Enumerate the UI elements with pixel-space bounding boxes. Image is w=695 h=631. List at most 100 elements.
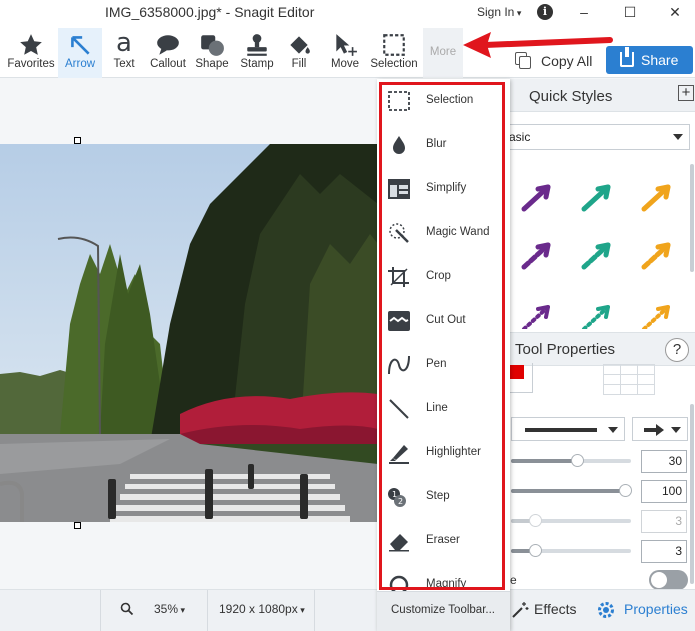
arrow-end-icon: [644, 424, 664, 436]
theme-select[interactable]: asic: [506, 124, 690, 150]
magic-wand-icon: [512, 602, 529, 618]
line-style-preview: [525, 428, 597, 432]
opacity-slider[interactable]: [511, 484, 632, 497]
menu-item-eraser[interactable]: Eraser: [377, 519, 507, 563]
toggle-switch[interactable]: [649, 570, 688, 590]
close-button[interactable]: ✕: [664, 2, 686, 22]
step-icon: 12: [388, 488, 406, 507]
svg-text:2: 2: [398, 497, 403, 506]
tool-stamp[interactable]: Stamp: [236, 28, 278, 78]
tool-arrow[interactable]: Arrow: [58, 28, 102, 78]
shape-icon: [192, 28, 232, 58]
pen-icon: [388, 355, 410, 375]
tool-callout[interactable]: Callout: [146, 28, 190, 78]
tool-move[interactable]: Move: [326, 28, 364, 78]
magnify-icon: [389, 575, 409, 591]
effects-button[interactable]: Effects: [534, 601, 577, 617]
gear-icon: [598, 602, 614, 618]
more-icon: [423, 28, 463, 58]
arrow-end-select[interactable]: [632, 417, 688, 441]
resize-handle-top[interactable]: [74, 137, 81, 144]
fill-icon: [282, 28, 316, 58]
tool-more[interactable]: More: [423, 28, 463, 78]
quick-styles-grid[interactable]: [506, 169, 690, 331]
more-tools-menu: Selection Blur Simplify Magic Wand Crop …: [377, 79, 510, 631]
info-icon[interactable]: i: [537, 4, 553, 20]
menu-item-line[interactable]: Line: [377, 387, 507, 431]
copy-icon: [515, 52, 531, 69]
width-input[interactable]: 30: [641, 450, 687, 473]
callout-icon: [146, 28, 190, 58]
arrow-icon: [58, 28, 102, 58]
simplify-icon: [388, 179, 410, 199]
tool-text[interactable]: a Text: [104, 28, 144, 78]
properties-button[interactable]: Properties: [624, 601, 688, 617]
crop-icon: [388, 267, 409, 287]
help-button[interactable]: ?: [665, 338, 689, 362]
tool-favorites[interactable]: Favorites: [5, 28, 57, 78]
minimize-button[interactable]: –: [573, 2, 595, 22]
zoom-select[interactable]: 35%: [154, 602, 185, 616]
menu-item-magnify[interactable]: Magnify: [377, 563, 507, 591]
add-style-button[interactable]: +: [678, 85, 694, 101]
dimensions-select[interactable]: 1920 x 1080px: [219, 602, 305, 616]
move-icon: [326, 28, 364, 58]
quick-styles-scrollbar[interactable]: [690, 164, 694, 272]
highlighter-icon: [389, 445, 409, 464]
disabled-slider: [511, 514, 631, 527]
width-slider[interactable]: [511, 454, 631, 467]
menu-item-simplify[interactable]: Simplify: [377, 167, 507, 211]
shadow-grid[interactable]: [603, 364, 655, 395]
toggle-label: e: [510, 573, 517, 587]
main-toolbar: Favorites Arrow a Text Callout Shape Sta…: [0, 26, 695, 78]
sign-in-button[interactable]: Sign In: [477, 5, 521, 19]
menu-item-selection[interactable]: Selection: [377, 79, 507, 123]
search-icon[interactable]: [120, 602, 134, 616]
chevron-down-icon: [671, 427, 681, 433]
menu-item-blur[interactable]: Blur: [377, 123, 507, 167]
title-bar: IMG_6358000.jpg* - Snagit Editor Sign In…: [0, 0, 695, 26]
right-panel: Quick Styles + asic Tool Properties ? 30…: [505, 79, 695, 590]
text-icon: a: [116, 28, 132, 58]
tool-shape[interactable]: Shape: [192, 28, 232, 78]
share-button[interactable]: Share: [606, 46, 693, 74]
cut-out-icon: [388, 311, 410, 331]
svg-text:1: 1: [392, 490, 397, 499]
selection-icon: [388, 91, 410, 111]
share-icon: [620, 47, 634, 67]
star-icon: [5, 28, 57, 58]
line-style-select[interactable]: [511, 417, 625, 441]
size-input[interactable]: 3: [641, 540, 687, 563]
quick-styles-header: Quick Styles +: [506, 79, 695, 112]
tool-selection[interactable]: Selection: [368, 28, 420, 78]
menu-item-crop[interactable]: Crop: [377, 255, 507, 299]
chevron-down-icon: [608, 427, 618, 433]
image-canvas[interactable]: [0, 144, 378, 522]
customize-toolbar-button[interactable]: Customize Toolbar...: [377, 591, 510, 631]
resize-handle-bottom[interactable]: [74, 522, 81, 529]
size-slider[interactable]: [511, 544, 631, 557]
menu-item-step[interactable]: 12 Step: [377, 475, 507, 519]
disabled-input: 3: [641, 510, 687, 533]
tool-fill[interactable]: Fill: [282, 28, 316, 78]
menu-item-pen[interactable]: Pen: [377, 343, 507, 387]
status-bar: 35% 1920 x 1080px Effects Properties: [0, 589, 695, 631]
eraser-icon: [389, 534, 409, 552]
tool-properties-header: Tool Properties ?: [506, 332, 695, 366]
chevron-down-icon: [673, 134, 683, 140]
line-icon: [389, 399, 409, 419]
properties-scrollbar[interactable]: [690, 404, 694, 584]
tool-properties-title: Tool Properties: [515, 341, 616, 358]
quick-styles-title: Quick Styles: [529, 88, 613, 105]
window-title: IMG_6358000.jpg* - Snagit Editor: [105, 4, 315, 20]
selection-icon: [368, 28, 420, 58]
blur-icon: [393, 136, 405, 154]
color-swatch: [510, 365, 524, 379]
magic-wand-icon: [389, 223, 409, 243]
opacity-input[interactable]: 100: [641, 480, 687, 503]
maximize-button[interactable]: ☐: [619, 2, 641, 22]
menu-item-magic-wand[interactable]: Magic Wand: [377, 211, 507, 255]
menu-item-highlighter[interactable]: Highlighter: [377, 431, 507, 475]
stamp-icon: [236, 28, 278, 58]
menu-item-cut-out[interactable]: Cut Out: [377, 299, 507, 343]
